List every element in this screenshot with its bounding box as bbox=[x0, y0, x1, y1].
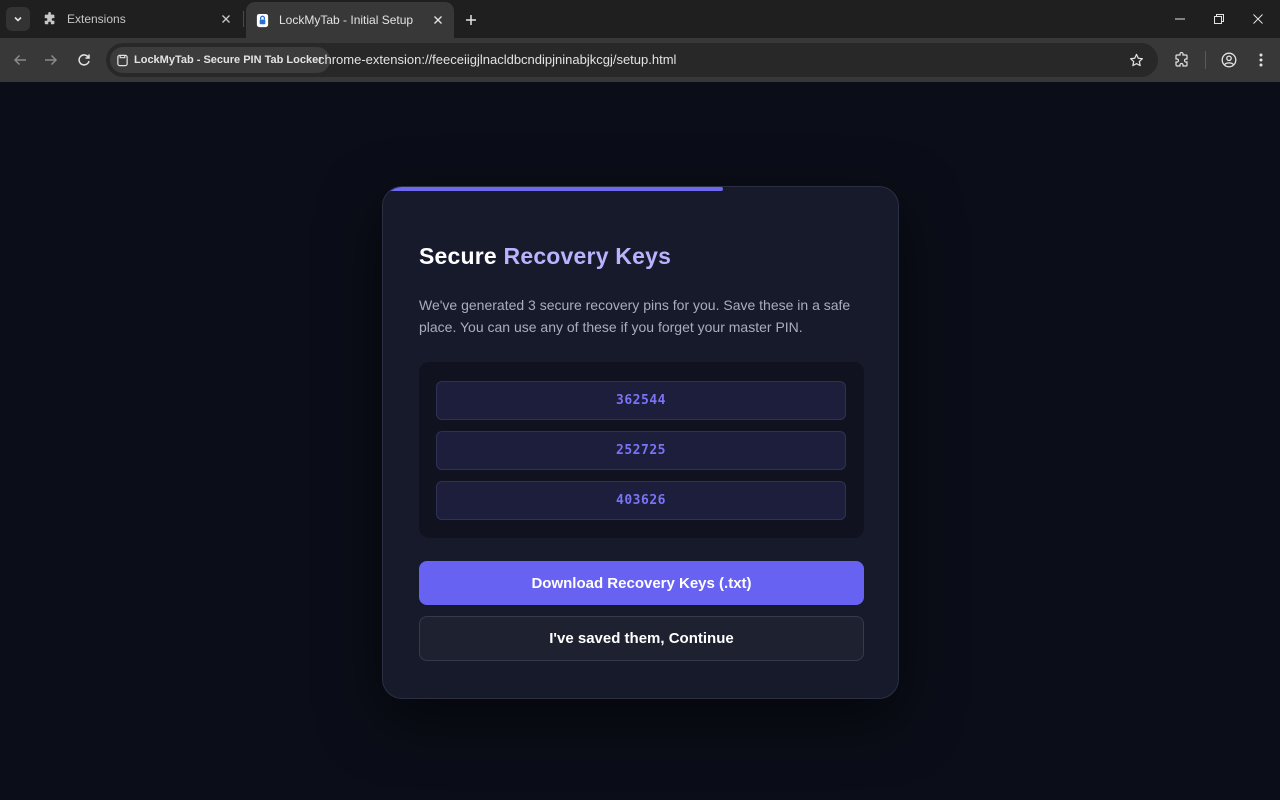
tab-title: Extensions bbox=[67, 12, 126, 26]
download-recovery-keys-button[interactable]: Download Recovery Keys (.txt) bbox=[419, 561, 864, 605]
site-info-chip[interactable]: LockMyTab - Secure PIN Tab Locker bbox=[110, 47, 331, 73]
profile-icon bbox=[1221, 52, 1237, 68]
plus-icon bbox=[466, 15, 476, 25]
arrow-left-icon bbox=[13, 54, 26, 66]
reload-icon bbox=[78, 54, 90, 66]
recovery-key-item: 362544 bbox=[436, 381, 846, 420]
tab-lockmytab-setup[interactable]: LockMyTab - Initial Setup bbox=[246, 2, 454, 38]
reload-button[interactable] bbox=[72, 48, 96, 72]
more-vert-icon bbox=[1259, 53, 1263, 67]
browser-toolbar: LockMyTab - Secure PIN Tab Locker chrome… bbox=[0, 38, 1280, 82]
minimize-icon bbox=[1175, 18, 1185, 20]
extension-page-icon bbox=[117, 54, 128, 66]
new-tab-button[interactable] bbox=[460, 9, 482, 31]
toolbar-divider bbox=[1205, 51, 1206, 69]
setup-progress-bar bbox=[383, 187, 898, 191]
close-icon bbox=[1253, 14, 1263, 24]
tab-title: LockMyTab - Initial Setup bbox=[279, 13, 414, 27]
restore-button[interactable] bbox=[1199, 0, 1239, 38]
star-icon bbox=[1129, 53, 1143, 66]
bookmark-button[interactable] bbox=[1124, 48, 1148, 72]
page-viewport: Secure Recovery Keys We've generated 3 s… bbox=[0, 82, 1280, 800]
recovery-key-item: 252725 bbox=[436, 431, 846, 470]
extensions-button[interactable] bbox=[1170, 48, 1194, 72]
forward-button[interactable] bbox=[39, 48, 63, 72]
tab-extensions[interactable]: Extensions bbox=[34, 0, 242, 38]
close-window-button[interactable] bbox=[1238, 0, 1278, 38]
setup-description: We've generated 3 secure recovery pins f… bbox=[419, 297, 851, 335]
arrow-right-icon bbox=[45, 54, 58, 66]
minimize-button[interactable] bbox=[1160, 0, 1200, 38]
tab-strip: Extensions LockMyTab - Initial Setup bbox=[0, 0, 1280, 38]
url-text[interactable]: chrome-extension://feeceiigjlnacldbcndip… bbox=[318, 43, 676, 77]
recovery-key-item: 403626 bbox=[436, 481, 846, 520]
site-chip-label: LockMyTab - Secure PIN Tab Locker bbox=[134, 54, 323, 66]
lock-icon bbox=[254, 12, 270, 28]
puzzle-icon bbox=[42, 11, 58, 27]
title-part-1: Secure bbox=[419, 243, 497, 269]
title-part-2: Recovery Keys bbox=[503, 243, 672, 269]
back-button[interactable] bbox=[8, 48, 32, 72]
tab-separator bbox=[243, 11, 244, 27]
restore-icon bbox=[1214, 14, 1224, 24]
tab-search-button[interactable] bbox=[6, 7, 30, 31]
setup-progress-fill bbox=[383, 187, 723, 191]
close-icon[interactable] bbox=[430, 12, 446, 28]
recovery-keys-list: 362544 252725 403626 bbox=[419, 362, 864, 538]
close-icon[interactable] bbox=[218, 11, 234, 27]
address-bar[interactable]: LockMyTab - Secure PIN Tab Locker chrome… bbox=[106, 43, 1158, 77]
continue-button[interactable]: I've saved them, Continue bbox=[419, 616, 864, 661]
setup-card: Secure Recovery Keys We've generated 3 s… bbox=[382, 186, 899, 699]
profile-button[interactable] bbox=[1217, 48, 1241, 72]
menu-button[interactable] bbox=[1249, 48, 1273, 72]
chevron-down-icon bbox=[14, 16, 22, 22]
puzzle-icon bbox=[1175, 52, 1188, 67]
page-title: Secure Recovery Keys bbox=[419, 243, 671, 270]
